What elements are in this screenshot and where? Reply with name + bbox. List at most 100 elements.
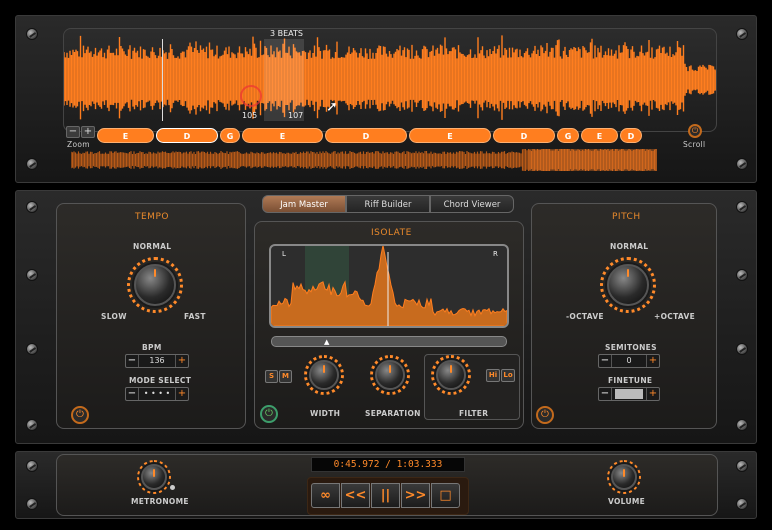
playhead-line <box>162 39 163 121</box>
bpm-decrement-button[interactable]: − <box>126 355 139 367</box>
chord-block[interactable]: D <box>620 128 642 143</box>
finetune-slider[interactable] <box>615 389 643 399</box>
spectrum-right-label: R <box>493 250 498 258</box>
pitch-title: PITCH <box>612 212 641 222</box>
tempo-knob[interactable] <box>134 264 176 306</box>
metronome-indicator <box>170 485 175 490</box>
pitch-minus-octave-label: -OCTAVE <box>566 312 604 321</box>
filter-hi-button[interactable]: Hi <box>486 369 500 382</box>
screw-icon <box>26 343 38 355</box>
overview-waveform[interactable] <box>71 149 657 171</box>
screw-icon <box>26 28 38 40</box>
tempo-section: TEMPO NORMAL SLOW FAST BPM − 136 + MODE … <box>56 203 246 429</box>
pan-slider[interactable]: ▲ <box>271 336 507 347</box>
mode-select-stepper[interactable]: − • • • • + <box>125 387 189 401</box>
finetune-increment-button[interactable]: + <box>646 388 659 400</box>
mode-next-button[interactable]: + <box>175 388 188 400</box>
transport-bar: METRONOME 0:45.972 / 1:03.333 ∞ << || >>… <box>56 454 718 516</box>
screw-icon <box>26 498 38 510</box>
filter-lo-button[interactable]: Lo <box>501 369 515 382</box>
isolate-power-button[interactable]: ⏻ <box>260 405 278 423</box>
semitones-decrement-button[interactable]: − <box>599 355 612 367</box>
marker-end: 107 <box>288 111 304 120</box>
chord-block[interactable]: E <box>97 128 154 143</box>
waveform-panel: 3 BEATS 105 107 ➚ − + Zoom E D G E D E D… <box>15 15 757 183</box>
screw-icon <box>26 460 38 472</box>
screw-icon <box>736 498 748 510</box>
width-knob[interactable] <box>309 360 339 390</box>
isolate-title: ISOLATE <box>371 228 412 238</box>
chord-block[interactable]: E <box>581 128 618 143</box>
zoom-label: Zoom <box>67 140 90 149</box>
stop-button[interactable]: □ <box>431 483 460 508</box>
loop-region[interactable] <box>264 39 304 121</box>
spectrum-display[interactable]: L R <box>269 244 509 328</box>
screw-icon <box>736 460 748 472</box>
pitch-plus-octave-label: +OCTAVE <box>654 312 696 321</box>
fast-forward-button[interactable]: >> <box>401 483 430 508</box>
volume-label: VOLUME <box>608 497 646 506</box>
control-panel: Jam Master Riff Builder Chord Viewer TEM… <box>15 190 757 444</box>
pitch-normal-label: NORMAL <box>610 242 649 251</box>
pan-slider-thumb[interactable]: ▲ <box>324 338 329 346</box>
screw-icon <box>26 269 38 281</box>
separation-label: SEPARATION <box>365 409 421 418</box>
chord-block[interactable]: E <box>409 128 491 143</box>
tempo-slow-label: SLOW <box>101 312 127 321</box>
time-display: 0:45.972 / 1:03.333 <box>311 457 465 472</box>
tempo-title: TEMPO <box>135 212 169 222</box>
pitch-knob[interactable] <box>607 264 649 306</box>
finetune-decrement-button[interactable]: − <box>599 388 612 400</box>
semitones-value: 0 <box>626 356 632 365</box>
cursor-icon: ➚ <box>326 99 338 115</box>
screw-icon <box>736 269 748 281</box>
chord-block[interactable]: D <box>156 128 218 143</box>
beats-label: 3 BEATS <box>270 29 303 38</box>
zoom-in-button[interactable]: + <box>81 126 95 138</box>
spectrum-left-label: L <box>282 250 286 258</box>
tempo-normal-label: NORMAL <box>133 242 172 251</box>
screw-icon <box>736 419 748 431</box>
chord-block[interactable]: G <box>557 128 579 143</box>
zoom-out-button[interactable]: − <box>66 126 80 138</box>
chord-block[interactable]: D <box>325 128 407 143</box>
rewind-button[interactable]: << <box>341 483 370 508</box>
separation-knob[interactable] <box>375 360 405 390</box>
pause-button[interactable]: || <box>371 483 400 508</box>
mute-button[interactable]: M <box>279 370 292 383</box>
scroll-button[interactable]: ⏻ <box>688 124 702 138</box>
tab-chord-viewer[interactable]: Chord Viewer <box>430 195 514 213</box>
semitones-stepper[interactable]: − 0 + <box>598 354 660 368</box>
tab-jam-master[interactable]: Jam Master <box>262 195 346 213</box>
metronome-knob[interactable] <box>141 464 167 490</box>
tab-riff-builder[interactable]: Riff Builder <box>346 195 430 213</box>
bpm-stepper[interactable]: − 136 + <box>125 354 189 368</box>
semitones-label: SEMITONES <box>605 343 657 352</box>
chord-block[interactable]: E <box>242 128 323 143</box>
bpm-increment-button[interactable]: + <box>175 355 188 367</box>
filter-knob[interactable] <box>436 360 466 390</box>
pitch-power-button[interactable]: ⏻ <box>536 406 554 424</box>
tempo-power-button[interactable]: ⏻ <box>71 406 89 424</box>
overview-visible-window[interactable] <box>529 149 657 171</box>
finetune-label: FINETUNE <box>608 376 653 385</box>
isolate-section: ISOLATE L R ▲ S M ⏻ WIDTH SEPARATION FIL… <box>254 221 524 429</box>
volume-knob[interactable] <box>611 464 637 490</box>
bpm-value: 136 <box>149 356 165 365</box>
target-icon <box>240 85 262 107</box>
waveform-display[interactable]: 3 BEATS 105 107 ➚ <box>63 28 717 132</box>
chord-block[interactable]: D <box>493 128 555 143</box>
marker-start: 105 <box>242 111 258 120</box>
mode-prev-button[interactable]: − <box>126 388 139 400</box>
filter-label: FILTER <box>459 409 489 418</box>
solo-button[interactable]: S <box>265 370 278 383</box>
loop-button[interactable]: ∞ <box>311 483 340 508</box>
scroll-label: Scroll <box>683 140 706 149</box>
mode-select-label: MODE SELECT <box>129 376 192 385</box>
chord-block[interactable]: G <box>220 128 240 143</box>
screw-icon <box>736 158 748 170</box>
semitones-increment-button[interactable]: + <box>646 355 659 367</box>
transport-panel: METRONOME 0:45.972 / 1:03.333 ∞ << || >>… <box>15 451 757 519</box>
finetune-stepper[interactable]: − + <box>598 387 660 401</box>
bpm-label: BPM <box>142 343 162 352</box>
